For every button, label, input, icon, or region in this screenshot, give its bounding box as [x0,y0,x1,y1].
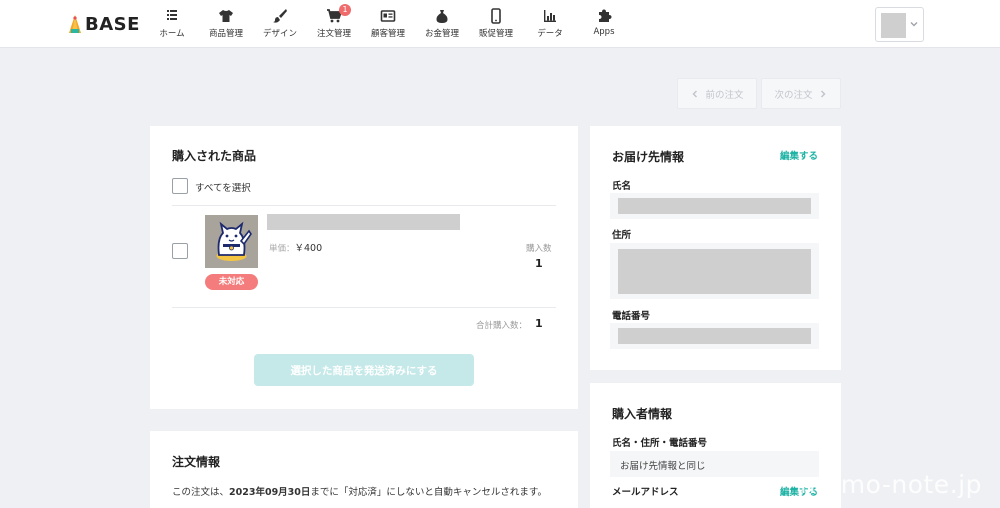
order-info-title: 注文情報 [172,455,221,469]
purchased-items-card: 購入された商品 すべてを選択 未対応 単価：￥400 購入数 1 合計購入数： … [150,126,578,409]
chevron-down-icon [910,22,918,27]
nav-promotion[interactable]: 販促管理 [469,0,523,48]
item-checkbox[interactable] [172,243,188,259]
phone-field [610,323,819,349]
chevron-right-icon [820,89,826,98]
tshirt-icon [219,10,233,22]
select-all-label: すべてを選択 [195,183,251,194]
nav-orders[interactable]: 1 注文管理 [307,0,361,48]
contact-label: 氏名・住所・電話番号 [612,438,708,449]
email-label: メールアドレス [612,487,679,498]
contact-field: お届け先情報と同じ [610,451,819,477]
total-quantity-label: 合計購入数： [476,321,528,331]
money-bag-icon [436,10,448,23]
bar-chart-icon [544,10,556,22]
nav-data[interactable]: データ [523,0,577,48]
delivery-info-card: お届け先情報 編集する 氏名 住所 電話番号 [590,126,841,370]
name-label: 氏名 [612,181,632,192]
nav-money[interactable]: お金管理 [415,0,469,48]
avatar [881,13,906,38]
name-field [610,193,819,219]
select-all-checkbox[interactable] [172,178,188,194]
customer-card-icon [380,10,396,22]
nav-customers[interactable]: 顧客管理 [361,0,415,48]
item-status-badge: 未対応 [205,274,258,290]
edit-delivery-link[interactable]: 編集する [780,148,818,162]
address-redacted [618,249,811,294]
quantity-value: 1 [535,257,543,270]
next-order-button[interactable]: 次の注文 [761,78,841,109]
base-logo-icon [69,15,81,33]
address-label: 住所 [612,230,632,241]
brush-icon [273,9,287,23]
product-name-redacted [267,214,460,230]
orders-count-badge: 1 [339,4,351,16]
phone-label: 電話番号 [612,311,651,322]
divider [172,205,556,206]
watermark-text: memo-note.jp [800,470,982,499]
brand-name: BASE [85,13,140,35]
nav-products[interactable]: 商品管理 [199,0,253,48]
top-header: BASE ホーム 商品管理 デザイン 1 注文管理 顧客管理 お金管理 販促管理… [0,0,1000,48]
order-info-card: 注文情報 この注文は、2023年09月30日までに「対応済」にしないと自動キャン… [150,431,578,508]
buyer-info-title: 購入者情報 [612,407,673,421]
quantity-label: 購入数 [526,244,552,254]
prev-order-button[interactable]: 前の注文 [677,78,757,109]
contact-value: お届け先情報と同じ [620,461,706,472]
smartphone-icon [491,8,501,24]
account-menu[interactable] [875,7,924,42]
unit-price: 単価：￥400 [269,243,323,254]
product-thumbnail[interactable] [205,215,258,268]
nav-apps[interactable]: Apps [577,0,631,48]
puzzle-icon [599,9,612,22]
purchased-items-title: 購入された商品 [172,149,257,163]
auto-cancel-notice: この注文は、2023年09月30日までに「対応済」にしないと自動キャンセルされま… [172,487,547,498]
home-list-icon [167,10,177,20]
nav-home[interactable]: ホーム [145,0,199,48]
phone-redacted [618,328,811,344]
mark-shipped-button[interactable]: 選択した商品を発送済みにする [254,354,474,386]
total-quantity-value: 1 [535,317,543,330]
chevron-left-icon [692,89,698,98]
divider [172,307,556,308]
nav-design[interactable]: デザイン [253,0,307,48]
address-field [610,243,819,299]
base-logo[interactable]: BASE [68,13,140,35]
main-nav: ホーム 商品管理 デザイン 1 注文管理 顧客管理 お金管理 販促管理 データ … [145,0,631,48]
name-redacted [618,198,811,214]
delivery-info-title: お届け先情報 [612,150,685,164]
